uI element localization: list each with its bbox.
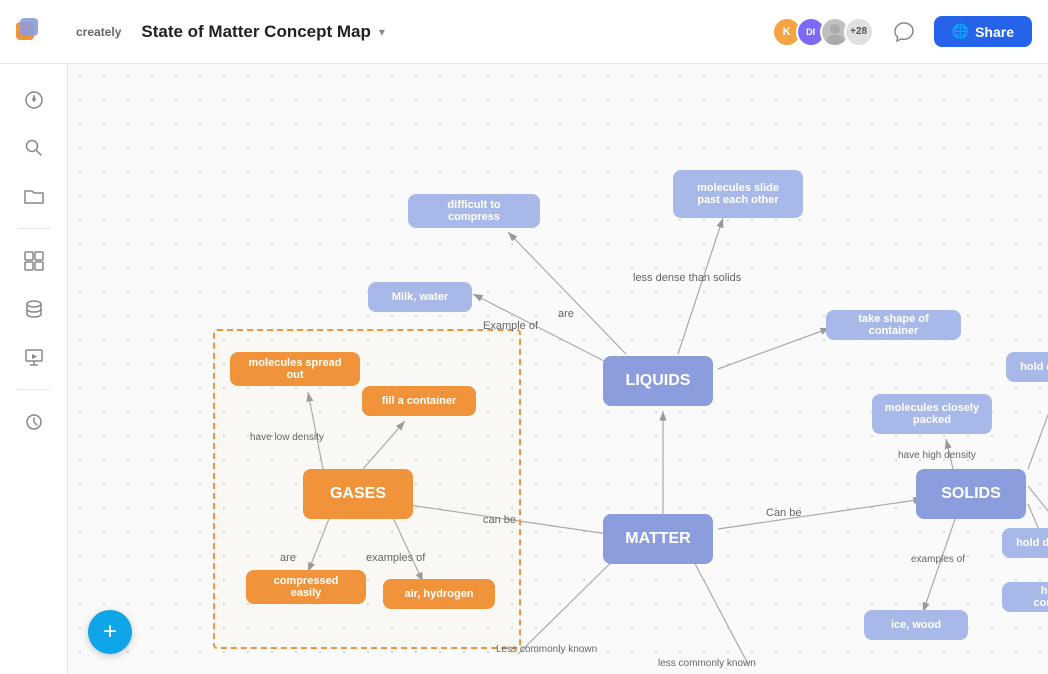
sidebar <box>0 64 68 674</box>
node-compressed-easily[interactable]: compressed easily <box>246 570 366 604</box>
sidebar-icon-folder[interactable] <box>14 176 54 216</box>
logo-label: creately <box>76 25 121 39</box>
share-label: Share <box>975 24 1014 40</box>
node-molecules-closely[interactable]: molecules closely packed <box>872 394 992 434</box>
node-hard-compress[interactable]: hard to compress <box>1002 582 1048 612</box>
node-matter[interactable]: MATTER <box>603 514 713 564</box>
logo <box>16 14 64 50</box>
header: creately State of Matter Concept Map ▾ K… <box>0 0 1048 64</box>
node-milk-water[interactable]: Milk, water <box>368 282 472 312</box>
avatars-group: K DI +28 <box>772 17 874 47</box>
share-button[interactable]: 🌐 Share <box>934 16 1032 47</box>
node-liquids[interactable]: LIQUIDS <box>603 356 713 406</box>
comment-button[interactable] <box>886 14 922 50</box>
sidebar-divider-2 <box>18 389 50 390</box>
node-air-hydrogen[interactable]: air, hydrogen <box>383 579 495 609</box>
title-area: State of Matter Concept Map ▾ <box>141 22 759 42</box>
node-molecules-slide[interactable]: molecules slide past each other <box>673 170 803 218</box>
node-hold-shape-2[interactable]: hold down shape <box>1002 528 1048 558</box>
title-dropdown-icon[interactable]: ▾ <box>379 25 385 39</box>
share-globe-icon: 🌐 <box>952 23 969 40</box>
node-difficult-compress[interactable]: difficult to compress <box>408 194 540 228</box>
sidebar-icon-compass[interactable] <box>14 80 54 120</box>
node-gases[interactable]: GASES <box>303 469 413 519</box>
sidebar-icon-history[interactable] <box>14 402 54 442</box>
canvas[interactable]: MATTER LIQUIDS SOLIDS GASES difficult to… <box>68 64 1048 674</box>
node-solids[interactable]: SOLIDS <box>916 469 1026 519</box>
node-ice-wood[interactable]: ice, wood <box>864 610 968 640</box>
header-right: K DI +28 🌐 Share <box>772 14 1032 50</box>
sidebar-icon-components[interactable] <box>14 241 54 281</box>
node-molecules-spread[interactable]: molecules spread out <box>230 352 360 386</box>
node-fill-container[interactable]: fill a container <box>362 386 476 416</box>
document-title[interactable]: State of Matter Concept Map <box>141 22 371 42</box>
node-hold-shape-1[interactable]: hold down shape <box>1006 352 1048 382</box>
avatar-count: +28 <box>844 17 874 47</box>
main-layout: MATTER LIQUIDS SOLIDS GASES difficult to… <box>0 64 1048 674</box>
sidebar-divider-1 <box>18 228 50 229</box>
sidebar-icon-present[interactable] <box>14 337 54 377</box>
node-take-shape[interactable]: take shape of container <box>826 310 961 340</box>
sidebar-icon-database[interactable] <box>14 289 54 329</box>
sidebar-icon-search[interactable] <box>14 128 54 168</box>
fab-add-button[interactable]: + <box>88 610 132 654</box>
